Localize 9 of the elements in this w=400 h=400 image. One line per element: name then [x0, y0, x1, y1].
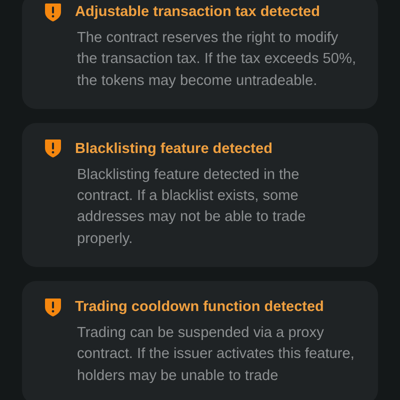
warning-shield-icon [44, 139, 62, 158]
alert-description: Blacklisting feature detected in the contract. If a blacklist exists, some addresses may not be able to trade properly. [77, 166, 307, 249]
alert-title: Blacklisting feature detected [75, 140, 272, 159]
warning-shield-icon [44, 2, 62, 22]
alert-description: The contract reserves the right to modify the transaction tax. If the tax exceeds 50%, the tokens may become untradeable. [77, 29, 358, 91]
alert-title: Trading cooldown function detected [75, 298, 324, 318]
warning-shield-icon [44, 298, 62, 317]
alert-title: Adjustable transaction tax detected [75, 3, 320, 22]
alert-description: Trading can be suspended via a proxy contract. If the issuer activates this feature, holders may be unable to trade [77, 324, 356, 386]
